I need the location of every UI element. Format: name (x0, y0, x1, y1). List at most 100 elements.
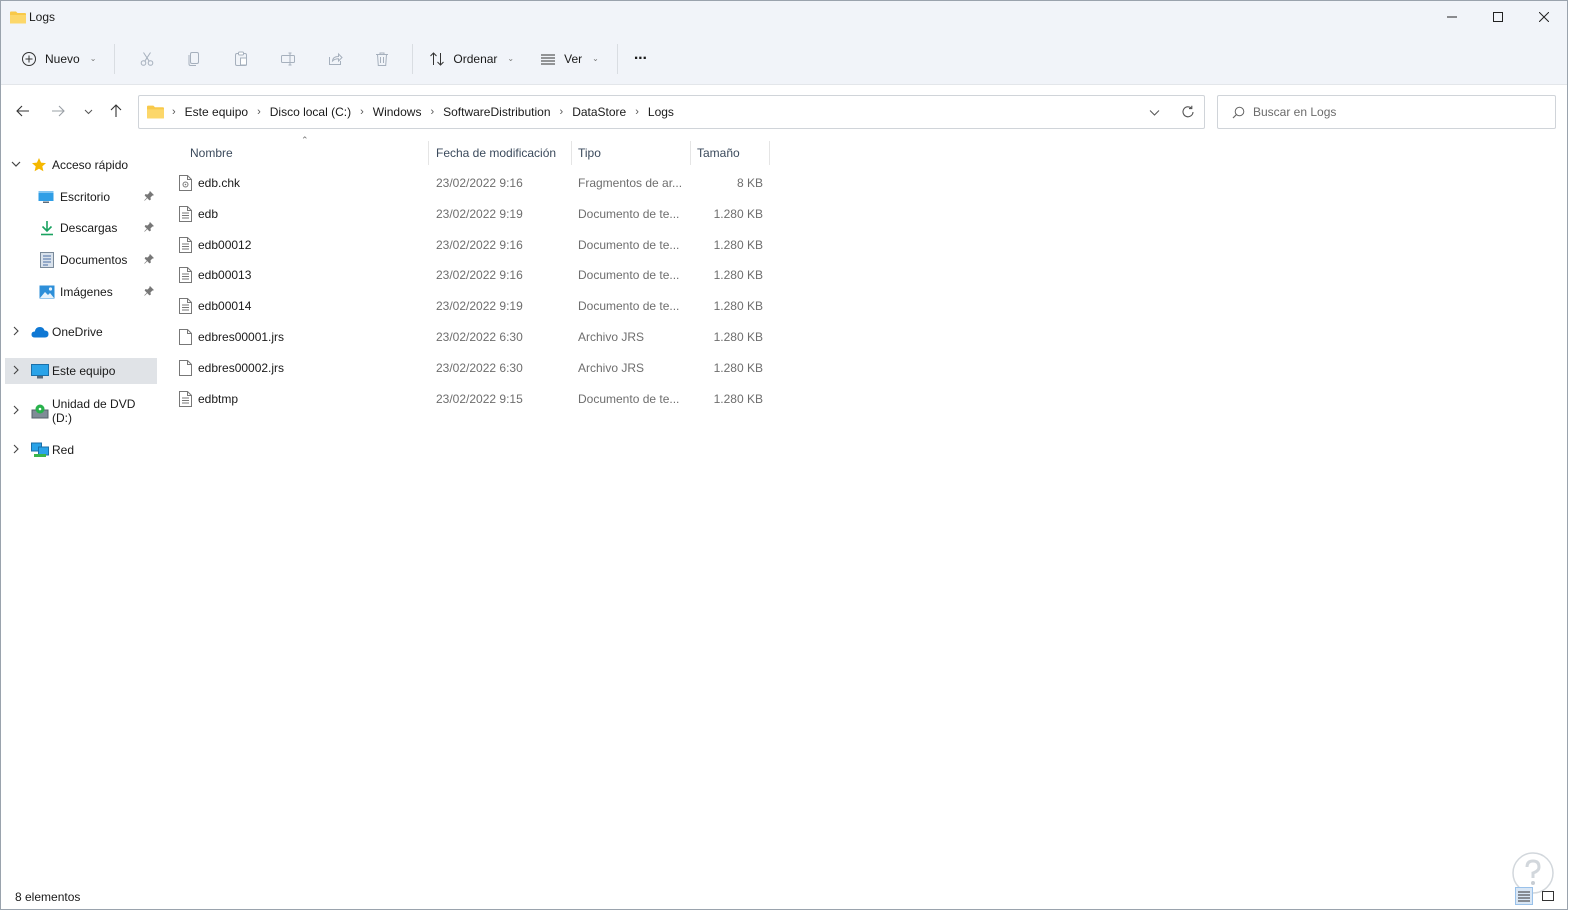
rename-button[interactable] (268, 43, 308, 75)
paste-button[interactable] (221, 43, 261, 75)
file-name: edbres00001.jrs (198, 330, 285, 344)
file-size: 1.280 KB (713, 299, 763, 313)
arrow-up-icon (110, 104, 122, 117)
table-row[interactable]: edb00012 23/02/2022 9:16 Documento de te… (171, 230, 771, 260)
pin-icon (144, 190, 155, 204)
pin-icon (144, 285, 155, 299)
chevron-right-icon[interactable] (11, 405, 21, 418)
maximize-button[interactable] (1475, 1, 1521, 33)
refresh-icon (1182, 105, 1194, 118)
column-divider[interactable] (428, 141, 429, 165)
chevron-down-icon[interactable] (11, 159, 21, 172)
breadcrumb-chevron-icon[interactable]: › (430, 106, 434, 118)
breadcrumb-chevron-icon[interactable]: › (635, 106, 639, 118)
details-view-button[interactable] (1515, 887, 1533, 905)
up-button[interactable] (107, 102, 125, 120)
explorer-window: Logs Nuevo ⌄ Ordenar ⌄ Ver ⌄ ··· › Este … (0, 0, 1568, 910)
close-button[interactable] (1521, 1, 1567, 33)
address-bar[interactable]: › Este equipo › Disco local (C:) › Windo… (138, 95, 1205, 129)
more-label: ··· (633, 49, 648, 67)
refresh-button[interactable] (1181, 105, 1195, 122)
column-header-label: Tamaño (697, 146, 740, 160)
file-name: edbres00002.jrs (198, 361, 285, 375)
chevron-down-icon: ⌄ (507, 54, 515, 63)
sort-icon (430, 51, 445, 66)
new-label: Nuevo (45, 51, 80, 66)
navigation-pane: Acceso rápido Escritorio Descargas Docum… (1, 141, 161, 881)
network-icon (31, 442, 49, 458)
table-row[interactable]: edb 23/02/2022 9:19 Documento de te... 1… (171, 199, 771, 229)
blank-file-icon (179, 322, 192, 352)
sidebar-item-label: Documentos (60, 253, 128, 267)
sidebar-item-acceso-rapido[interactable]: Acceso rápido (5, 152, 157, 178)
share-button[interactable] (315, 43, 355, 75)
recent-locations-button[interactable] (79, 102, 97, 120)
column-header-type[interactable]: Tipo (578, 141, 688, 165)
delete-button[interactable] (362, 43, 402, 75)
breadcrumb-este-equipo[interactable]: Este equipo (185, 105, 248, 119)
sidebar-item-descargas[interactable]: Descargas (5, 215, 157, 241)
column-header-size[interactable]: Tamaño (697, 141, 767, 165)
column-header-date[interactable]: Fecha de modificación (436, 141, 571, 165)
breadcrumb-disco-local[interactable]: Disco local (C:) (270, 105, 351, 119)
column-divider[interactable] (769, 141, 770, 165)
sort-button[interactable]: Ordenar ⌄ (423, 43, 520, 75)
table-row[interactable]: edbres00002.jrs 23/02/2022 6:30 Archivo … (171, 353, 771, 383)
sidebar-item-label: Red (52, 443, 75, 457)
table-row[interactable]: edb00014 23/02/2022 9:19 Documento de te… (171, 291, 771, 321)
minimize-icon (1447, 16, 1457, 18)
breadcrumb-chevron-icon[interactable]: › (172, 106, 176, 118)
breadcrumb-chevron-icon[interactable]: › (360, 106, 364, 118)
file-type: Documento de te... (578, 392, 680, 406)
new-button[interactable]: Nuevo ⌄ (15, 43, 102, 75)
breadcrumb-chevron-icon[interactable]: › (560, 106, 564, 118)
cut-button[interactable] (127, 43, 167, 75)
file-type: Documento de te... (578, 238, 680, 252)
scissors-icon (141, 51, 154, 66)
sidebar-item-este-equipo[interactable]: Este equipo (5, 358, 157, 384)
sidebar-item-documentos[interactable]: Documentos (5, 247, 157, 273)
file-date: 23/02/2022 9:16 (436, 176, 523, 190)
text-file-icon (179, 384, 192, 414)
more-options-button[interactable]: ··· (628, 43, 653, 75)
file-name: edb00012 (198, 238, 252, 252)
breadcrumb-windows[interactable]: Windows (373, 105, 422, 119)
table-row[interactable]: edb.chk 23/02/2022 9:16 Fragmentos de ar… (171, 168, 771, 198)
arrow-right-icon (52, 105, 65, 117)
folder-icon (147, 105, 164, 119)
address-history-button[interactable] (1149, 107, 1160, 121)
file-size: 1.280 KB (713, 238, 763, 252)
minimize-button[interactable] (1429, 1, 1475, 33)
large-icons-view-button[interactable] (1539, 887, 1557, 905)
breadcrumb-chevron-icon[interactable]: › (257, 106, 261, 118)
chevron-right-icon[interactable] (11, 365, 21, 378)
breadcrumb-logs[interactable]: Logs (648, 105, 674, 119)
view-button[interactable]: Ver ⌄ (534, 43, 605, 75)
sidebar-item-imagenes[interactable]: Imágenes (5, 279, 157, 305)
search-box[interactable]: Buscar en Logs (1217, 95, 1556, 129)
table-row[interactable]: edb00013 23/02/2022 9:16 Documento de te… (171, 260, 771, 290)
file-size: 1.280 KB (713, 361, 763, 375)
breadcrumb-softwaredistribution[interactable]: SoftwareDistribution (443, 105, 550, 119)
sidebar-item-onedrive[interactable]: OneDrive (5, 319, 157, 345)
cloud-icon (31, 324, 49, 340)
file-date: 23/02/2022 9:16 (436, 238, 523, 252)
back-button[interactable] (14, 102, 32, 120)
copy-button[interactable] (174, 43, 214, 75)
breadcrumb-datastore[interactable]: DataStore (572, 105, 626, 119)
table-row[interactable]: edbtmp 23/02/2022 9:15 Documento de te..… (171, 384, 771, 414)
sidebar-item-escritorio[interactable]: Escritorio (5, 184, 157, 210)
view-list-icon (541, 54, 556, 64)
table-row[interactable]: edbres00001.jrs 23/02/2022 6:30 Archivo … (171, 322, 771, 352)
forward-button[interactable] (49, 102, 67, 120)
column-header-name[interactable]: Nombre (190, 141, 425, 165)
chevron-right-icon[interactable] (11, 444, 21, 457)
copy-icon (188, 51, 200, 66)
chevron-right-icon[interactable] (11, 326, 21, 339)
sidebar-item-unidad-dvd[interactable]: Unidad de DVD (D:) (5, 397, 157, 425)
column-divider[interactable] (690, 141, 691, 165)
file-date: 23/02/2022 6:30 (436, 361, 523, 375)
sidebar-item-red[interactable]: Red (5, 437, 157, 463)
file-size: 1.280 KB (713, 392, 763, 406)
column-divider[interactable] (571, 141, 572, 165)
